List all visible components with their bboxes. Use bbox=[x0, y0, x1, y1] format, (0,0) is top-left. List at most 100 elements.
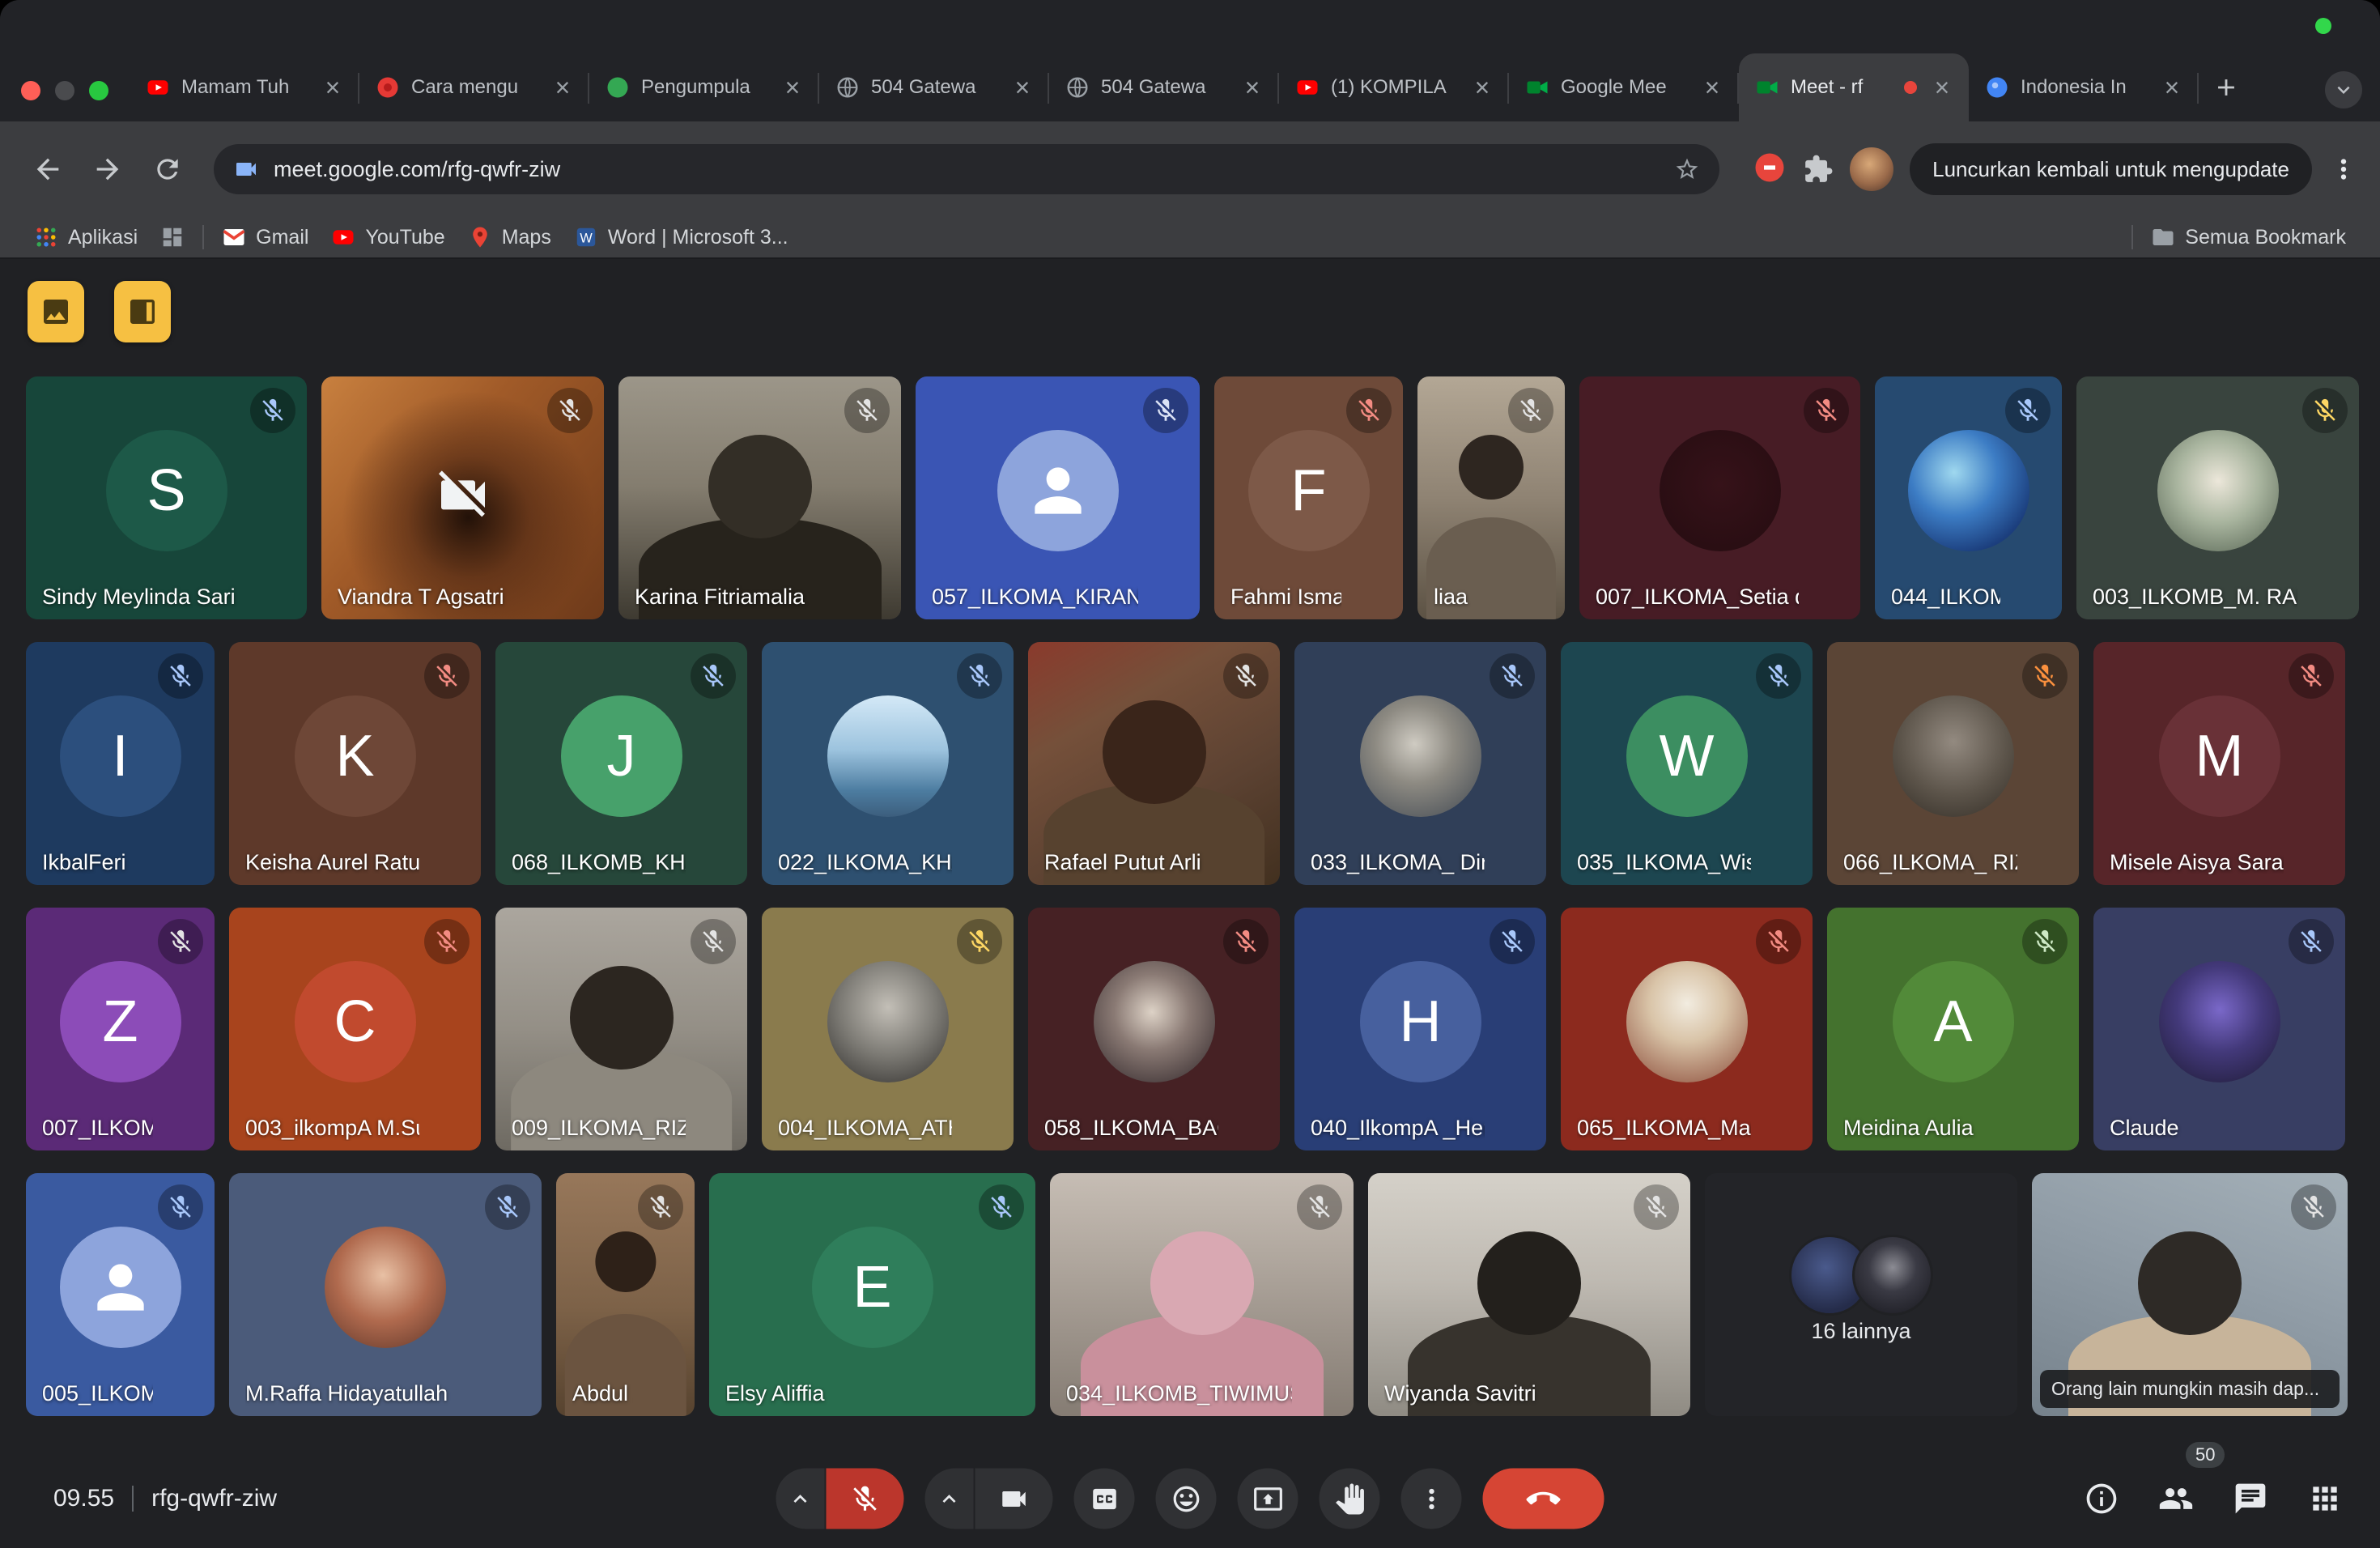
participant-tile[interactable]: 065_ILKOMA_Maul... bbox=[1561, 908, 1813, 1150]
participant-tile[interactable]: IIkbalFeri bbox=[26, 642, 215, 885]
bookmark-item[interactable]: Maps bbox=[457, 223, 563, 251]
participant-tile[interactable]: Abdul ... bbox=[556, 1173, 695, 1416]
minimize-window-button[interactable] bbox=[55, 81, 74, 100]
browser-tab[interactable]: 504 Gatewa× bbox=[819, 53, 1049, 121]
browser-tab[interactable]: Google Mee× bbox=[1509, 53, 1739, 121]
tab-search-button[interactable] bbox=[2325, 71, 2362, 108]
camera-button-group[interactable] bbox=[925, 1469, 1053, 1529]
participant-tile[interactable]: MMisele Aisya Saram bbox=[2093, 642, 2345, 885]
emoji-button[interactable] bbox=[1156, 1469, 1217, 1529]
mic-button-group[interactable] bbox=[776, 1469, 904, 1529]
activities-button[interactable] bbox=[2307, 1481, 2343, 1516]
overflow-tile[interactable]: 16 lainnya bbox=[1705, 1173, 2017, 1416]
participant-tile[interactable]: 044_ILKOM... bbox=[1875, 376, 2062, 619]
participant-tile[interactable]: 057_ILKOMA_KIRANA ... bbox=[916, 376, 1200, 619]
browser-menu-icon[interactable] bbox=[2328, 154, 2359, 185]
profile-avatar[interactable] bbox=[1850, 147, 1893, 191]
participant-tile[interactable]: H040_IlkompA _Her... bbox=[1294, 908, 1546, 1150]
close-window-button[interactable] bbox=[21, 81, 40, 100]
forward-button[interactable] bbox=[81, 142, 134, 196]
participant-tile[interactable]: W035_ILKOMA_Wisn... bbox=[1561, 642, 1813, 885]
browser-tab[interactable]: Mamam Tuh× bbox=[130, 53, 359, 121]
bookmark-item[interactable]: Aplikasi bbox=[23, 223, 149, 251]
browser-tab[interactable]: Cara mengu× bbox=[359, 53, 589, 121]
participant-tile[interactable]: Karina Fitriamalia bbox=[618, 376, 901, 619]
people-button[interactable]: 50 bbox=[2158, 1481, 2194, 1516]
bookmark-star-icon[interactable] bbox=[1674, 156, 1700, 182]
gmail-icon bbox=[222, 225, 246, 249]
participant-tile[interactable]: 034_ILKOMB_TIWIMUSTIK... bbox=[1050, 1173, 1354, 1416]
tab-close-button[interactable]: × bbox=[1468, 74, 1496, 101]
camera-button[interactable] bbox=[975, 1469, 1053, 1529]
yellow-panel-button[interactable] bbox=[114, 281, 171, 342]
back-button[interactable] bbox=[21, 142, 74, 196]
new-tab-button[interactable] bbox=[2207, 68, 2246, 107]
participant-tile[interactable]: 009_ILKOMA_RIZK... bbox=[495, 908, 747, 1150]
tab-close-button[interactable]: × bbox=[1239, 74, 1266, 101]
participant-tile[interactable]: AMeidina Aulia bbox=[1827, 908, 2079, 1150]
extension-icon-red[interactable] bbox=[1753, 151, 1787, 189]
bookmark-item[interactable]: Gmail bbox=[210, 223, 320, 251]
camera-options-chevron[interactable] bbox=[925, 1469, 975, 1529]
address-bar[interactable]: meet.google.com/rfg-qwfr-ziw bbox=[214, 144, 1719, 194]
chat-button[interactable] bbox=[2233, 1481, 2268, 1516]
participant-tile[interactable]: SSindy Meylinda Sari bbox=[26, 376, 307, 619]
participant-tile[interactable]: EElsy Aliffia bbox=[709, 1173, 1035, 1416]
extensions-puzzle-icon[interactable] bbox=[1803, 154, 1834, 185]
all-bookmarks-label: Semua Bookmark bbox=[2185, 226, 2346, 249]
participant-tile[interactable]: 058_ILKOMA_BAC... bbox=[1028, 908, 1280, 1150]
captions-button[interactable] bbox=[1074, 1469, 1135, 1529]
raise-hand-button[interactable] bbox=[1320, 1469, 1380, 1529]
browser-tab[interactable]: Pengumpula× bbox=[589, 53, 819, 121]
camera-in-use-icon[interactable] bbox=[233, 156, 259, 182]
participant-tile[interactable]: FFahmi Isma YS bbox=[1214, 376, 1403, 619]
participant-tile[interactable]: C003_ilkompA M.Sul... bbox=[229, 908, 481, 1150]
reload-button[interactable] bbox=[141, 142, 194, 196]
tab-close-button[interactable]: × bbox=[779, 74, 806, 101]
tab-close-button[interactable]: × bbox=[1928, 74, 1956, 101]
participant-tile[interactable]: 005_ILKOM... bbox=[26, 1173, 215, 1416]
mic-options-chevron[interactable] bbox=[776, 1469, 827, 1529]
self-view-tile[interactable]: Orang lain mungkin masih dap... bbox=[2032, 1173, 2348, 1416]
participant-tile[interactable]: Claude bbox=[2093, 908, 2345, 1150]
participant-tile[interactable]: 003_ILKOMB_M. RAFF... bbox=[2076, 376, 2359, 619]
participant-tile[interactable]: KKeisha Aurel Ratu A... bbox=[229, 642, 481, 885]
participant-tile[interactable]: liaa bbox=[1417, 376, 1565, 619]
tab-close-button[interactable]: × bbox=[2158, 74, 2186, 101]
participant-tile[interactable]: Wiyanda Savitri bbox=[1368, 1173, 1690, 1416]
bookmark-item[interactable]: WWord | Microsoft 3... bbox=[563, 223, 800, 251]
mic-button[interactable] bbox=[827, 1469, 904, 1529]
browser-tab[interactable]: (1) KOMPILA× bbox=[1279, 53, 1509, 121]
folder-icon bbox=[2151, 225, 2175, 249]
tab-close-button[interactable]: × bbox=[319, 74, 346, 101]
participant-tile[interactable]: 033_ILKOMA_ Dind... bbox=[1294, 642, 1546, 885]
participant-tile[interactable]: Rafael Putut Arli bbox=[1028, 642, 1280, 885]
browser-tab[interactable]: Meet - rf× bbox=[1739, 53, 1969, 121]
browser-tab[interactable]: 504 Gatewa× bbox=[1049, 53, 1279, 121]
toolbar-right-cluster: Luncurkan kembali untuk mengupdate bbox=[1753, 143, 2359, 195]
participant-tile[interactable]: 022_ILKOMA_KHAI... bbox=[762, 642, 1014, 885]
bookmark-item[interactable] bbox=[149, 223, 196, 251]
browser-tab[interactable]: Indonesia In× bbox=[1969, 53, 2199, 121]
end-call-button[interactable] bbox=[1483, 1469, 1604, 1529]
tab-close-button[interactable]: × bbox=[1009, 74, 1036, 101]
info-button[interactable] bbox=[2084, 1481, 2119, 1516]
participant-tile[interactable]: 007_ILKOMA_Setia div... bbox=[1579, 376, 1860, 619]
tab-close-button[interactable]: × bbox=[1698, 74, 1726, 101]
participant-tile[interactable]: 004_ILKOMA_ATH... bbox=[762, 908, 1014, 1150]
present-button[interactable] bbox=[1238, 1469, 1298, 1529]
participant-tile[interactable]: Z007_ILKOM... bbox=[26, 908, 215, 1150]
avatar-photo bbox=[325, 1227, 446, 1348]
more-options-button[interactable] bbox=[1401, 1469, 1462, 1529]
bookmark-item[interactable]: YouTube bbox=[320, 223, 456, 251]
all-bookmarks-button[interactable]: Semua Bookmark bbox=[2140, 223, 2357, 251]
participant-tile[interactable]: M.Raffa Hidayatullah bbox=[229, 1173, 542, 1416]
camera-off-icon bbox=[434, 466, 492, 524]
tab-close-button[interactable]: × bbox=[549, 74, 576, 101]
yellow-image-button[interactable] bbox=[28, 281, 84, 342]
participant-tile[interactable]: J068_ILKOMB_KHAR... bbox=[495, 642, 747, 885]
participant-tile[interactable]: 066_ILKOMA_ RIZK... bbox=[1827, 642, 2079, 885]
participant-tile[interactable]: Viandra T Agsatri bbox=[321, 376, 604, 619]
relaunch-to-update-button[interactable]: Luncurkan kembali untuk mengupdate bbox=[1910, 143, 2312, 195]
zoom-window-button[interactable] bbox=[89, 81, 108, 100]
